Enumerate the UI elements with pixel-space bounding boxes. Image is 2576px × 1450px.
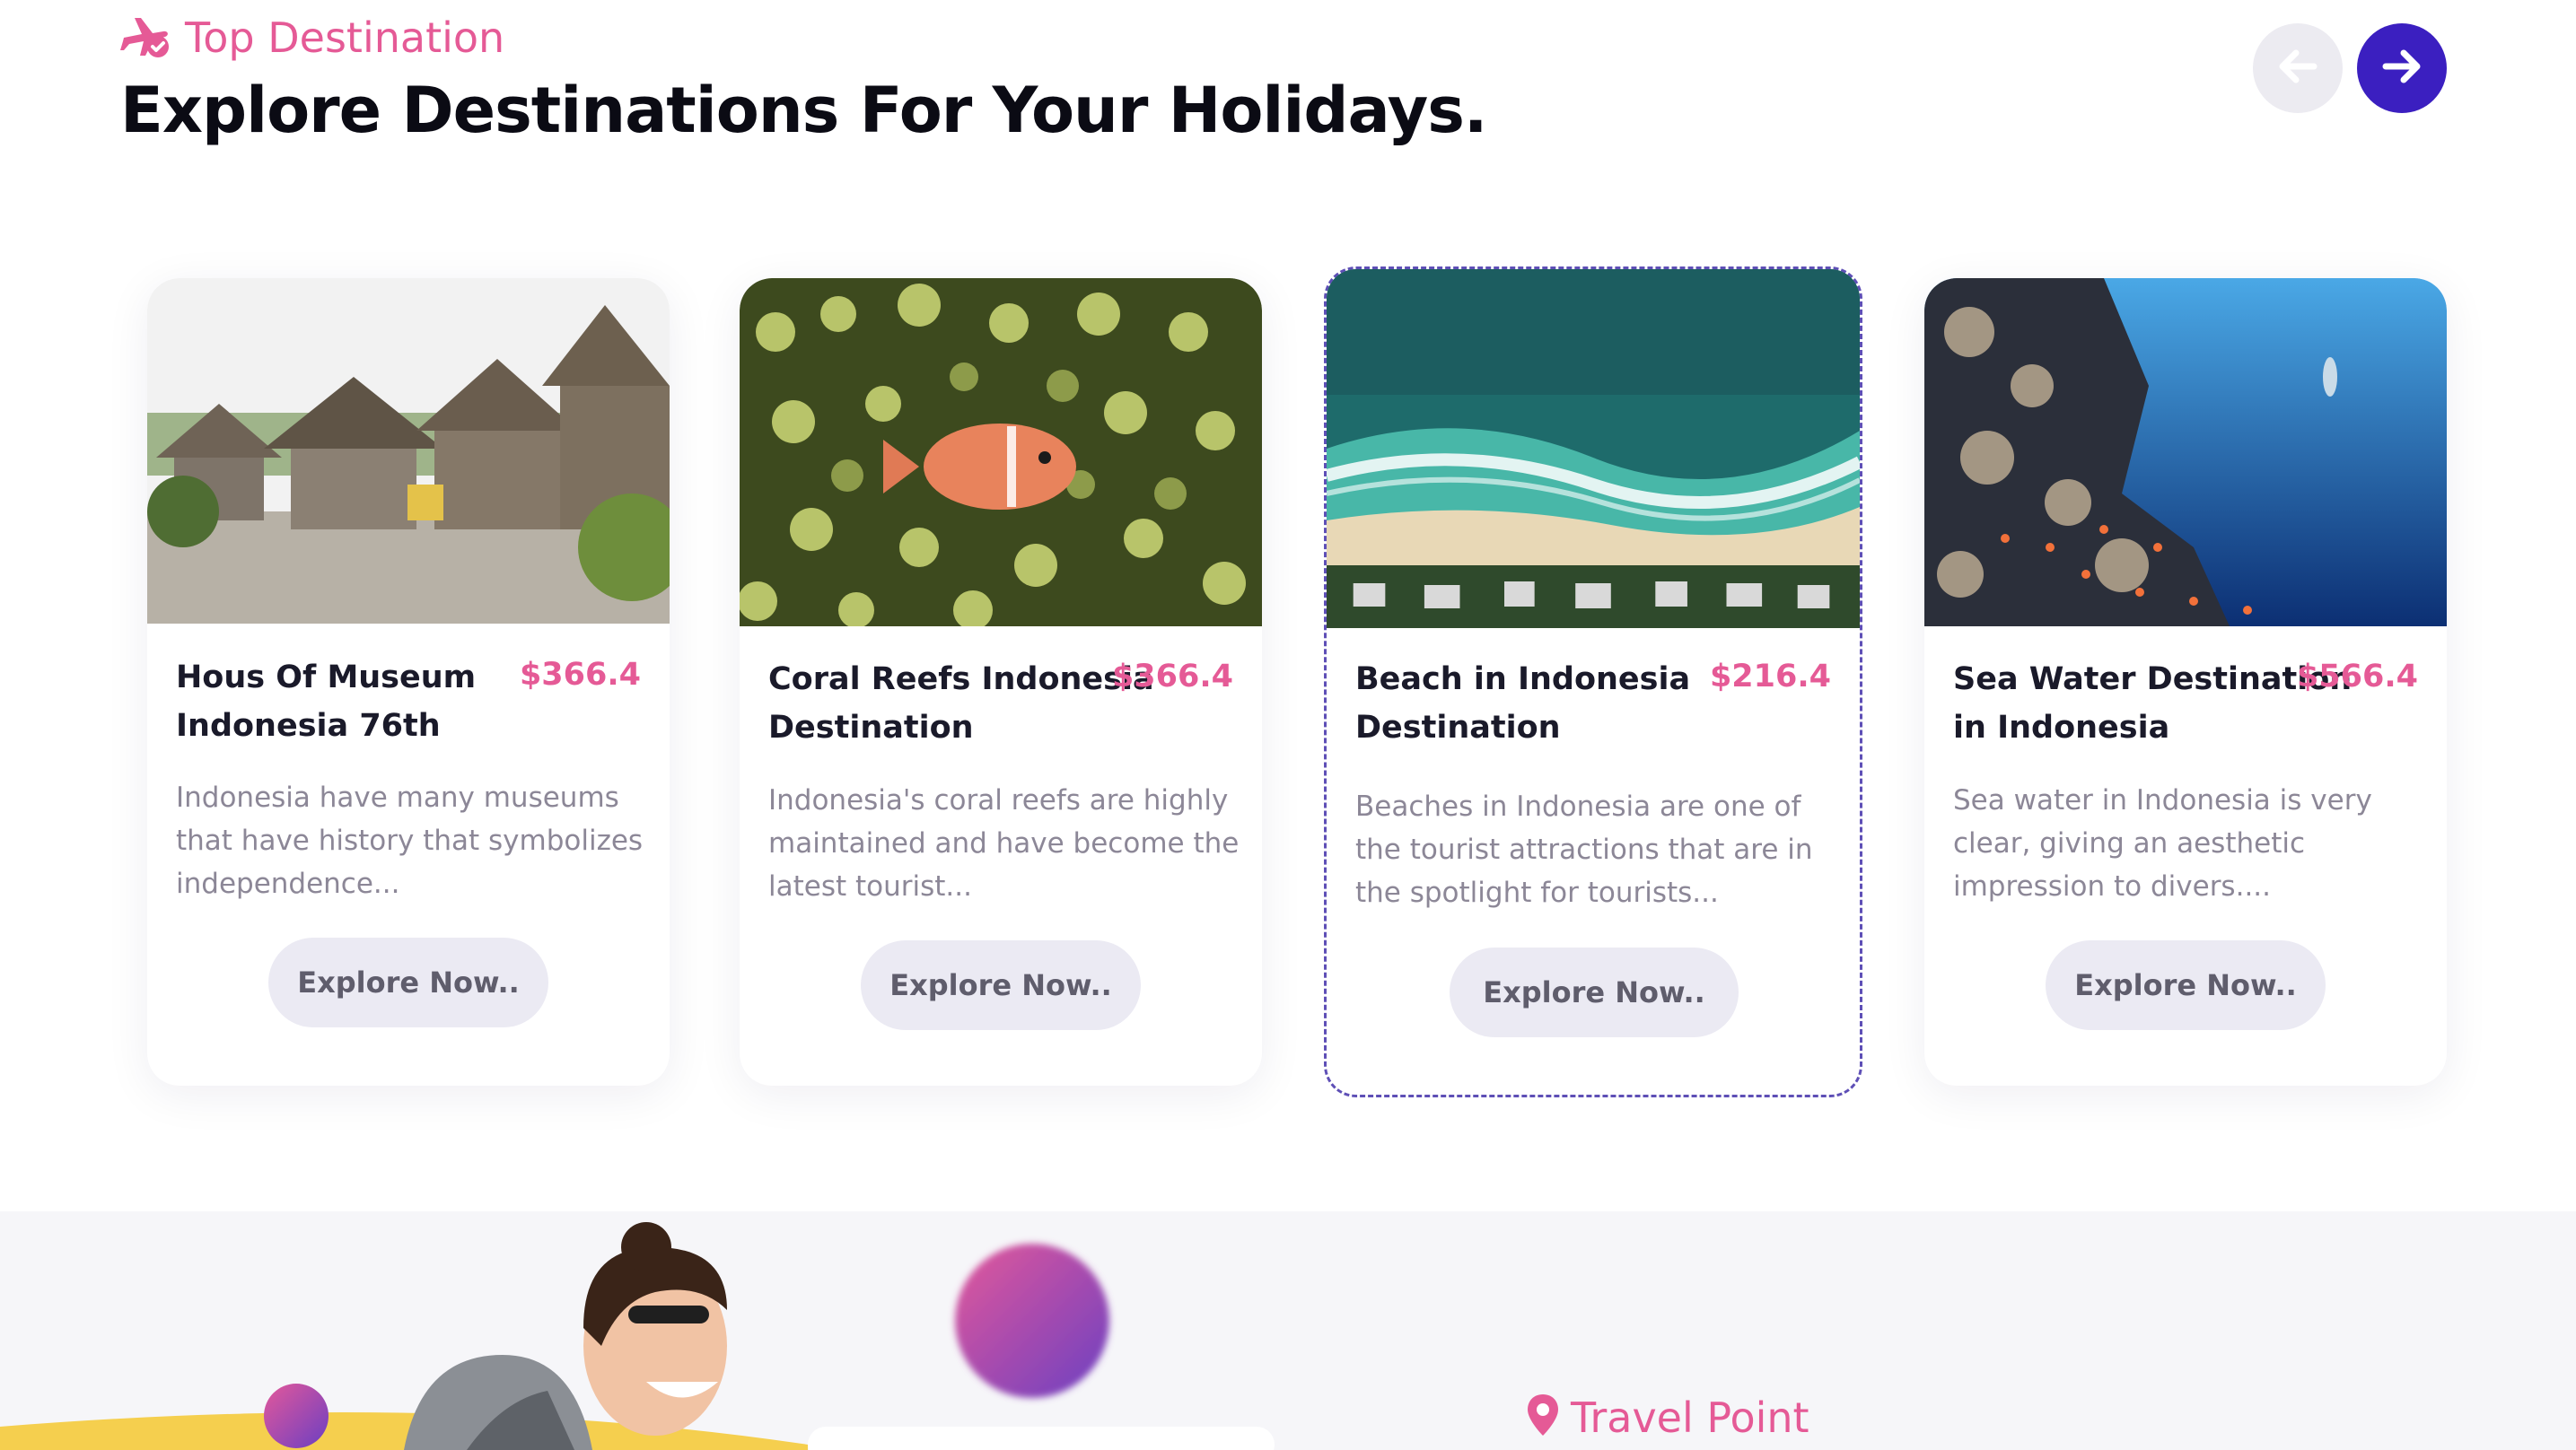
card-title: Sea Water Destination in Indonesia: [1953, 661, 2353, 746]
travel-point-eyebrow: Travel Point: [1526, 1393, 1809, 1442]
explore-now-button[interactable]: Explore Now..: [2046, 940, 2326, 1030]
card-price: $566.4: [2296, 659, 2418, 694]
section-eyebrow: Top Destination: [118, 9, 504, 66]
card-description: Sea water in Indonesia is very clear, gi…: [1953, 784, 2372, 903]
explore-now-button[interactable]: Explore Now..: [861, 940, 1141, 1030]
card-price: $366.4: [519, 657, 641, 693]
travel-point-label: Travel Point: [1571, 1393, 1809, 1442]
underwater-reef-photo: [1924, 278, 2447, 626]
aerial-beach-photo: [1327, 269, 1860, 628]
card-title: Hous Of Museum Indonesia 76th: [176, 659, 477, 744]
card-price: $366.4: [1111, 659, 1233, 694]
decorative-background: [0, 1222, 1275, 1450]
balinese-museum-photo: [147, 278, 670, 624]
card-description: Beaches in Indonesia are one of the tour…: [1355, 791, 1813, 909]
carousel-prev-button[interactable]: [2253, 23, 2343, 113]
destination-card-active: Beach in Indonesia Destination $216.4 Be…: [1324, 266, 1862, 1097]
clownfish-anemone-photo: [740, 278, 1262, 626]
destination-card: Coral Reefs Indonesia Destination $366.4…: [740, 278, 1262, 1086]
travel-point-section: [0, 1211, 2576, 1450]
destination-card: Hous Of Museum Indonesia 76th $366.4 Ind…: [147, 278, 670, 1086]
card-description: Indonesia have many museums that have hi…: [176, 782, 644, 900]
card-price: $216.4: [1709, 659, 1831, 694]
plane-check-icon: [118, 11, 172, 65]
arrow-left-icon: [2271, 39, 2325, 98]
carousel-next-button[interactable]: [2357, 23, 2447, 113]
card-title: Beach in Indonesia Destination: [1355, 661, 1691, 746]
card-description: Indonesia's coral reefs are highly maint…: [768, 784, 1240, 903]
card-title: Coral Reefs Indonesia Destination: [768, 661, 1154, 746]
page-title: Explore Destinations For Your Holidays.: [120, 74, 1487, 147]
destination-card: Sea Water Destination in Indonesia $566.…: [1924, 278, 2447, 1086]
map-pin-icon: [1526, 1393, 1560, 1442]
explore-now-button[interactable]: Explore Now..: [268, 938, 548, 1027]
explore-now-button[interactable]: Explore Now..: [1450, 948, 1739, 1037]
traveler-photo: [404, 1222, 727, 1450]
arrow-right-icon: [2375, 39, 2429, 98]
section-eyebrow-label: Top Destination: [185, 13, 505, 62]
